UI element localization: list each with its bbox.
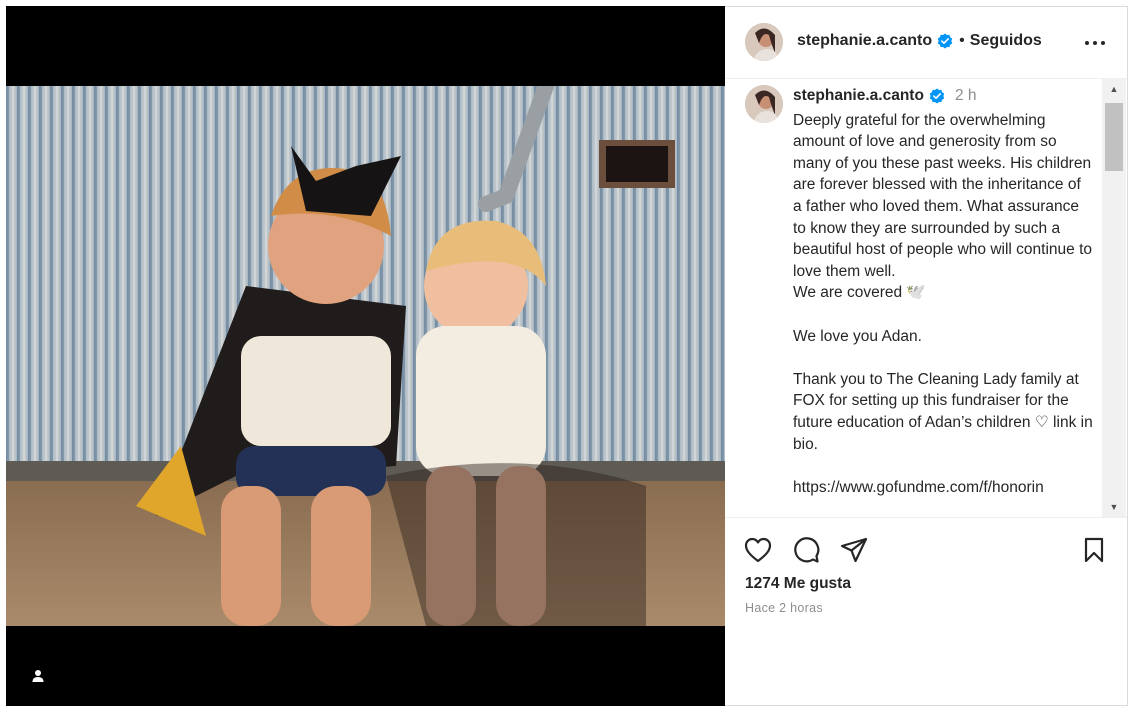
scroll-down-arrow-icon[interactable]: ▼: [1102, 497, 1126, 517]
caption-timestamp[interactable]: 2 h: [955, 85, 977, 107]
more-options-icon[interactable]: [1083, 33, 1107, 53]
header-user: stephanie.a.canto • Seguidos: [797, 32, 1042, 50]
comments-area[interactable]: stephanie.a.canto 2 h Deeply grateful fo…: [725, 79, 1127, 517]
caption-username[interactable]: stephanie.a.canto: [793, 85, 924, 107]
verified-badge-icon: [937, 33, 953, 49]
avatar[interactable]: [745, 23, 783, 61]
heart-icon[interactable]: [743, 535, 773, 565]
scroll-up-arrow-icon[interactable]: ▲: [1102, 79, 1126, 99]
separator-dot: •: [959, 32, 965, 49]
scrollbar-thumb[interactable]: [1105, 103, 1123, 171]
caption-username-row: stephanie.a.canto 2 h: [793, 85, 977, 107]
comment-icon[interactable]: [791, 535, 821, 565]
post-sidebar: stephanie.a.canto • Seguidos stephanie.a…: [725, 7, 1127, 705]
bookmark-icon[interactable]: [1079, 535, 1109, 565]
caption: stephanie.a.canto 2 h Deeply grateful fo…: [793, 85, 1093, 498]
post-timestamp[interactable]: Hace 2 horas: [745, 601, 823, 615]
comments-scrollbar[interactable]: ▲ ▼: [1102, 79, 1126, 517]
post-header: stephanie.a.canto • Seguidos: [725, 7, 1127, 79]
post-media: [6, 6, 725, 706]
share-icon[interactable]: [839, 535, 869, 565]
following-button[interactable]: Seguidos: [970, 32, 1042, 50]
likes-count[interactable]: 1274 Me gusta: [745, 575, 851, 593]
caption-text: Deeply grateful for the overwhelming amo…: [793, 111, 1093, 496]
post-photo[interactable]: [6, 86, 725, 626]
verified-badge-icon: [929, 88, 945, 104]
username-link[interactable]: stephanie.a.canto: [797, 32, 932, 50]
post-actions: 1274 Me gusta Hace 2 horas: [725, 517, 1127, 705]
user-tag-icon[interactable]: [28, 666, 48, 686]
caption-avatar[interactable]: [745, 85, 783, 123]
